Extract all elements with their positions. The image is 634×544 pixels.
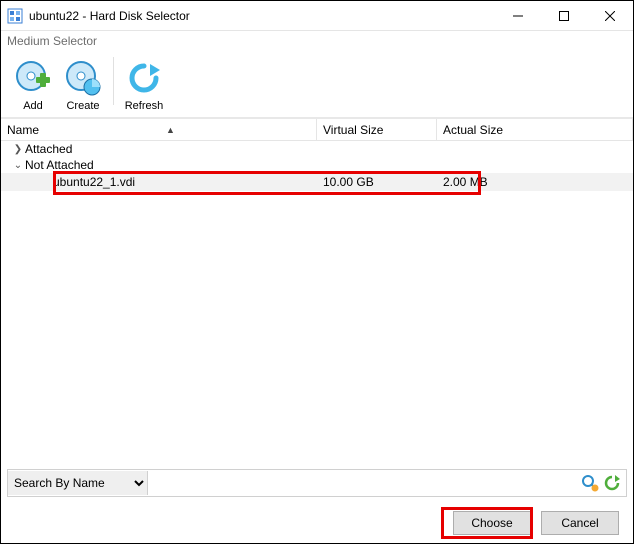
maximize-button[interactable] bbox=[541, 1, 587, 31]
add-button[interactable]: Add bbox=[9, 55, 57, 115]
tree-not-attached[interactable]: ⌄ Not Attached bbox=[1, 157, 633, 173]
add-disk-icon bbox=[13, 58, 53, 98]
choose-button[interactable]: Choose bbox=[453, 511, 531, 535]
search-action-icon[interactable] bbox=[580, 473, 600, 493]
tree-attached[interactable]: ❯ Attached bbox=[1, 141, 633, 157]
search-bar: Search By Name bbox=[7, 469, 627, 497]
disk-item-actual-size: 2.00 MB bbox=[437, 175, 633, 189]
disk-item-name: ubuntu22_1.vdi bbox=[1, 175, 317, 189]
list-header: Name ▲ Virtual Size Actual Size bbox=[1, 119, 633, 141]
create-label: Create bbox=[66, 100, 99, 112]
disk-item-virtual-size: 10.00 GB bbox=[317, 175, 437, 189]
add-label: Add bbox=[23, 100, 43, 112]
menu-medium-selector[interactable]: Medium Selector bbox=[7, 34, 97, 48]
app-icon bbox=[7, 8, 23, 24]
cancel-button[interactable]: Cancel bbox=[541, 511, 619, 535]
close-button[interactable] bbox=[587, 1, 633, 31]
list-body: ❯ Attached ⌄ Not Attached ubuntu22_1.vdi… bbox=[1, 141, 633, 463]
bottom-bar: Choose Cancel bbox=[1, 503, 633, 543]
sort-ascending-icon: ▲ bbox=[166, 125, 175, 135]
refresh-icon bbox=[124, 58, 164, 98]
search-input[interactable] bbox=[148, 471, 578, 495]
create-disk-icon bbox=[63, 58, 103, 98]
chevron-down-icon[interactable]: ⌄ bbox=[11, 160, 25, 171]
search-mode-select[interactable]: Search By Name bbox=[8, 471, 148, 495]
window-title: ubuntu22 - Hard Disk Selector bbox=[29, 9, 190, 23]
column-name[interactable]: Name ▲ bbox=[1, 119, 317, 140]
column-actual-size[interactable]: Actual Size bbox=[437, 119, 633, 140]
toolbar: Add Create Refresh bbox=[1, 51, 633, 119]
titlebar: ubuntu22 - Hard Disk Selector bbox=[1, 1, 633, 31]
chevron-right-icon[interactable]: ❯ bbox=[11, 144, 25, 155]
refresh-label: Refresh bbox=[125, 100, 164, 112]
create-button[interactable]: Create bbox=[59, 55, 107, 115]
minimize-button[interactable] bbox=[495, 1, 541, 31]
disk-item-row[interactable]: ubuntu22_1.vdi 10.00 GB 2.00 MB bbox=[1, 173, 633, 191]
refresh-button[interactable]: Refresh bbox=[120, 55, 168, 115]
refresh-search-icon[interactable] bbox=[602, 473, 622, 493]
column-virtual-size[interactable]: Virtual Size bbox=[317, 119, 437, 140]
toolbar-separator bbox=[113, 57, 114, 105]
menubar: Medium Selector bbox=[1, 31, 633, 51]
